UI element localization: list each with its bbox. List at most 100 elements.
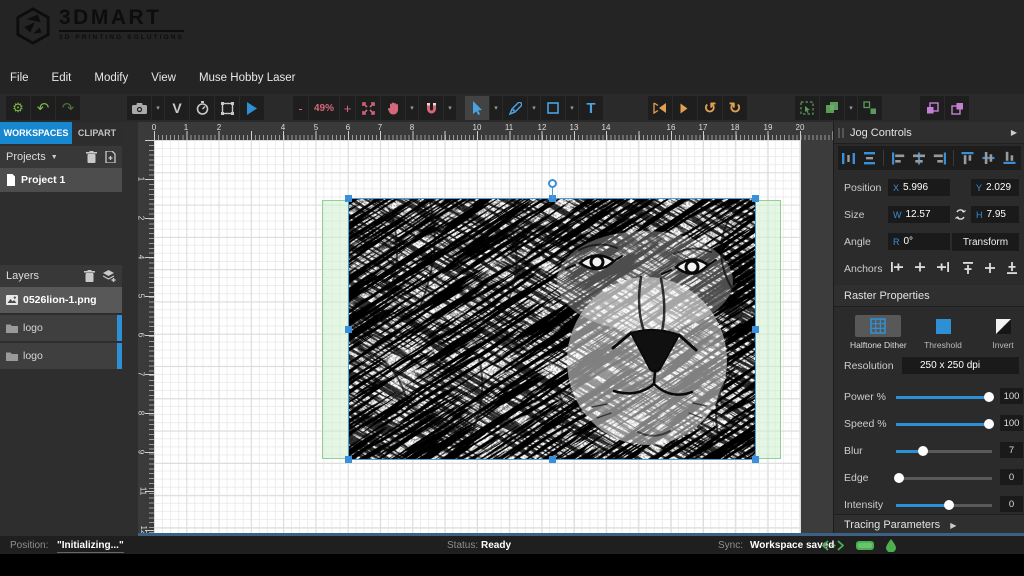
select-tool-dropdown[interactable]: ▾: [490, 96, 502, 120]
mode-invert[interactable]: Invert: [980, 315, 1024, 350]
invert-square-icon: [996, 319, 1011, 334]
project-item[interactable]: Project 1: [0, 168, 122, 192]
edge-slider[interactable]: [896, 477, 992, 480]
align-right-button[interactable]: [929, 147, 950, 169]
anchor-middle-v-icon[interactable]: [984, 261, 996, 275]
anchor-right-icon[interactable]: [936, 261, 950, 273]
layer-item-logo-1[interactable]: logo: [0, 315, 122, 341]
camera-capture-button[interactable]: [127, 96, 151, 120]
align-top-button[interactable]: [957, 147, 978, 169]
chevron-right-icon[interactable]: ▶: [1011, 128, 1017, 137]
coolant-droplet-icon[interactable]: [886, 539, 896, 552]
delete-layer-icon[interactable]: [84, 270, 95, 282]
redo-button[interactable]: ↷: [56, 96, 80, 120]
distribute-vertical-button[interactable]: [859, 147, 880, 169]
menu-modify[interactable]: Modify: [94, 72, 128, 84]
text-tool-button[interactable]: T: [579, 96, 603, 120]
delete-project-icon[interactable]: [86, 151, 97, 163]
jog-controls-header[interactable]: Jog Controls ▶: [834, 122, 1024, 144]
group-dropdown[interactable]: ▾: [845, 96, 857, 120]
align-bottom-button[interactable]: [999, 147, 1020, 169]
align-center-horizontal-button[interactable]: [908, 147, 929, 169]
new-project-icon[interactable]: [105, 151, 116, 163]
copy-style-icon: [926, 102, 939, 115]
shape-tool-button[interactable]: [541, 96, 565, 120]
transform-button[interactable]: Transform: [952, 233, 1019, 251]
layer-item-logo-2[interactable]: logo: [0, 343, 122, 369]
pen-tool-button[interactable]: [503, 96, 527, 120]
snap-tool-button[interactable]: [419, 96, 443, 120]
run-job-button[interactable]: [240, 96, 264, 120]
connection-icon[interactable]: [822, 540, 844, 551]
add-layer-icon[interactable]: [103, 270, 116, 282]
distribute-horizontal-button[interactable]: [838, 147, 859, 169]
blur-slider[interactable]: [896, 450, 992, 453]
size-h-field[interactable]: H 7.95: [971, 206, 1019, 223]
anchor-left-icon[interactable]: [890, 261, 904, 273]
shape-tool-dropdown[interactable]: ▾: [566, 96, 578, 120]
undo-button[interactable]: ↶: [31, 96, 55, 120]
tab-clipart[interactable]: CLIPART: [72, 122, 122, 144]
mode-threshold[interactable]: Threshold: [920, 315, 966, 350]
slider-value[interactable]: 100: [1000, 388, 1023, 404]
menu-view[interactable]: View: [151, 72, 176, 84]
power-slider[interactable]: [896, 396, 992, 399]
group-button[interactable]: [820, 96, 844, 120]
align-left-button[interactable]: [887, 147, 908, 169]
slider-value[interactable]: 100: [1000, 415, 1023, 431]
aspect-lock-icon[interactable]: [955, 208, 966, 221]
select-similar-button[interactable]: [795, 96, 819, 120]
size-w-field[interactable]: W 12.57: [888, 206, 950, 223]
brand-name: 3DMART: [59, 7, 184, 29]
position-y-field[interactable]: Y 2.029: [971, 179, 1019, 196]
toolbar-group-style: [920, 96, 970, 120]
menu-muse-hobby-laser[interactable]: Muse Hobby Laser: [199, 72, 296, 84]
zoom-out-button[interactable]: -: [293, 96, 308, 120]
workspace-canvas[interactable]: [154, 140, 801, 533]
align-center-vertical-button[interactable]: [978, 147, 999, 169]
pan-dropdown[interactable]: ▾: [406, 96, 418, 120]
pen-tool-dropdown[interactable]: ▾: [528, 96, 540, 120]
slider-value[interactable]: 0: [1000, 469, 1023, 485]
speed-slider[interactable]: [896, 423, 992, 426]
zoom-fit-button[interactable]: [356, 96, 380, 120]
run-time-button[interactable]: [190, 96, 214, 120]
mode-halftone-dither[interactable]: Halftone Dither: [850, 315, 907, 350]
mirror-vertical-button[interactable]: [673, 96, 697, 120]
camera-dropdown[interactable]: ▾: [152, 96, 164, 120]
copy-properties-button[interactable]: [920, 96, 944, 120]
snap-dropdown[interactable]: ▾: [444, 96, 456, 120]
rotate-ccw-button[interactable]: ↺: [698, 96, 722, 120]
raster-image-lion[interactable]: [349, 199, 755, 459]
settings-button[interactable]: ⚙: [6, 96, 30, 120]
bleed-guide-right[interactable]: [755, 200, 781, 459]
slider-value[interactable]: 7: [1000, 442, 1023, 458]
zoom-in-button[interactable]: +: [340, 96, 355, 120]
projects-collapse-caret[interactable]: ▼: [51, 154, 58, 161]
intensity-slider[interactable]: [896, 504, 992, 507]
zoom-level[interactable]: 49%: [309, 96, 339, 120]
menu-file[interactable]: File: [10, 72, 29, 84]
raster-properties-header[interactable]: Raster Properties: [834, 285, 1024, 307]
bleed-guide-left[interactable]: [322, 200, 349, 459]
position-x-field[interactable]: X 5.996: [888, 179, 950, 196]
vector-preview-button[interactable]: V: [165, 96, 189, 120]
anchor-top-icon[interactable]: [962, 261, 974, 275]
angle-r-field[interactable]: R 0°: [888, 233, 950, 250]
menu-edit[interactable]: Edit: [52, 72, 72, 84]
pan-tool-button[interactable]: [381, 96, 405, 120]
trace-frame-button[interactable]: [215, 96, 239, 120]
resolution-field[interactable]: 250 x 250 dpi: [902, 357, 1019, 374]
ungroup-button[interactable]: [858, 96, 882, 120]
anchor-bottom-icon[interactable]: [1006, 261, 1018, 275]
rotate-cw-button[interactable]: ↻: [723, 96, 747, 120]
battery-status-icon[interactable]: [856, 541, 874, 550]
select-tool-button[interactable]: [465, 96, 489, 120]
slider-value[interactable]: 0: [1000, 496, 1023, 512]
paste-properties-button[interactable]: [945, 96, 969, 120]
rotation-handle[interactable]: [548, 179, 557, 188]
tab-workspaces[interactable]: WORKSPACES: [0, 122, 72, 144]
mirror-horizontal-button[interactable]: [648, 96, 672, 120]
anchor-center-h-icon[interactable]: [914, 261, 926, 273]
layer-item-image[interactable]: 0526lion-1.png: [0, 287, 122, 313]
